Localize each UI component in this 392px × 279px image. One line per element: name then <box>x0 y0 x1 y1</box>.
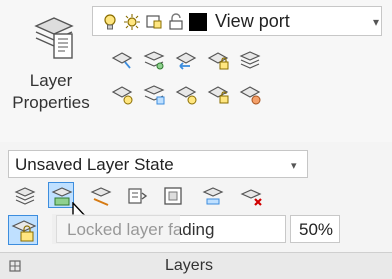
layer-properties-label: Layer Properties <box>8 70 94 114</box>
chevron-down-icon[interactable]: ▾ <box>291 159 297 172</box>
tooltip-overlay <box>52 214 180 244</box>
layer-unlock-icon[interactable] <box>206 82 230 106</box>
bulb-icon <box>101 13 119 31</box>
layer-state-select[interactable]: Unsaved Layer State ▾ <box>8 150 308 178</box>
ribbon-footer: Layers <box>0 252 392 279</box>
viewport-icon <box>145 13 163 31</box>
isolate-icon[interactable] <box>48 182 74 208</box>
layer-properties-label-line2: Properties <box>12 93 90 112</box>
layer-merge-icon[interactable] <box>238 82 262 106</box>
unlock-icon <box>167 13 185 31</box>
layer-make-current-icon[interactable] <box>110 82 134 106</box>
layer-properties-label-line1: Layer <box>29 71 73 90</box>
layer-combo[interactable]: View port ▾ <box>92 6 382 36</box>
layer-properties-button[interactable]: Layer Properties <box>8 6 94 112</box>
layer-iso-icon[interactable] <box>142 48 166 72</box>
layer-freeze-icon[interactable] <box>174 82 198 106</box>
locked-layer-fading-value[interactable]: 50% <box>290 215 340 243</box>
layer-copy-icon[interactable] <box>142 82 166 106</box>
layer-properties-icon <box>30 12 78 62</box>
layer-lock-icon[interactable] <box>206 48 230 72</box>
color-swatch-black <box>189 13 207 31</box>
panel-settings-icon[interactable] <box>8 259 22 273</box>
sun-icon <box>123 13 141 31</box>
panel-title: Layers <box>165 257 214 274</box>
layer-walk-icon[interactable] <box>238 48 262 72</box>
layer-state-value: Unsaved Layer State <box>15 155 174 174</box>
layer-filter-icon[interactable] <box>160 183 186 209</box>
unisolate-icon[interactable] <box>88 183 114 209</box>
layer-match-icon[interactable] <box>110 48 134 72</box>
layer-delete-icon[interactable] <box>238 183 264 209</box>
locked-layer-fading-value-text: 50% <box>299 220 334 239</box>
layer-prev-icon[interactable] <box>174 48 198 72</box>
layer-states-manager-icon[interactable] <box>12 183 38 209</box>
walk-icon[interactable] <box>124 183 150 209</box>
locked-layer-fading-toggle[interactable] <box>8 215 38 245</box>
layer-combo-value: View port <box>215 11 290 31</box>
chevron-down-icon[interactable]: ▾ <box>373 15 379 29</box>
vp-freeze-icon[interactable] <box>200 183 226 209</box>
